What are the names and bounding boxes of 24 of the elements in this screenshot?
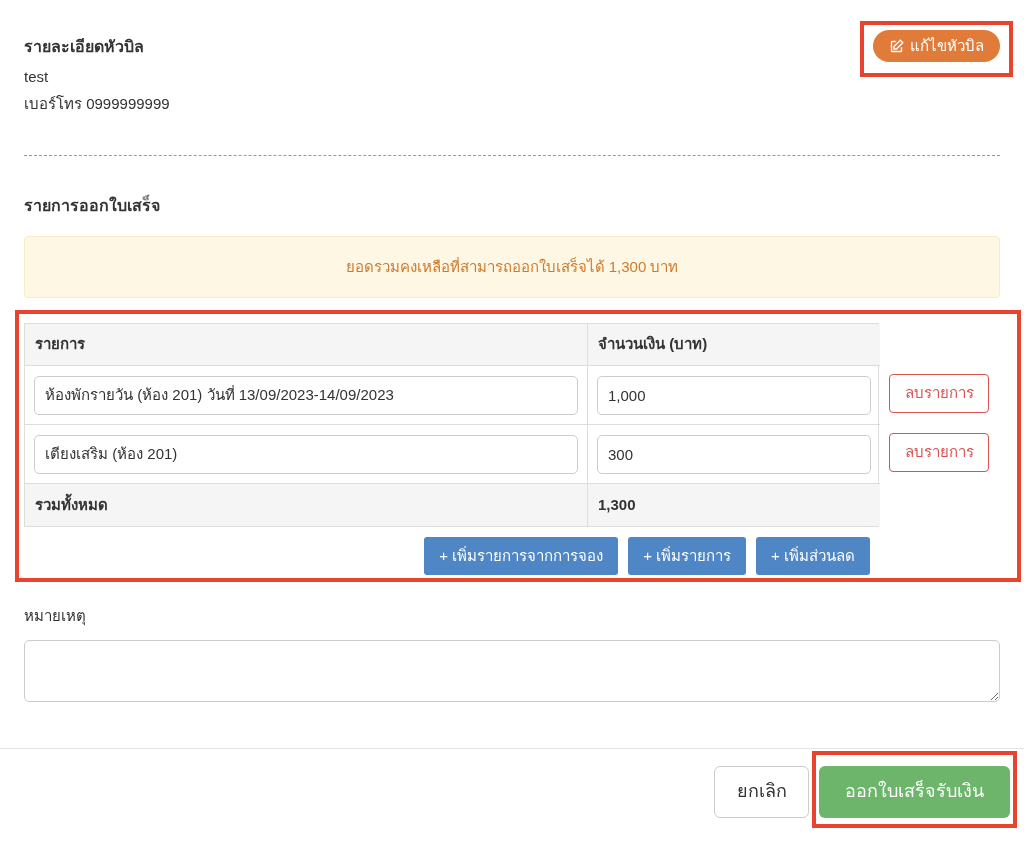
remarks-field[interactable] <box>24 639 1000 702</box>
add-item-button[interactable]: + เพิ่มส่วนลด <box>756 537 870 575</box>
total-label: รวมทั้งหมด <box>25 484 588 526</box>
info-text: เบอร์โทร 0999999999 <box>24 93 171 114</box>
add-item-button[interactable]: + เพิ่มรายการ <box>628 537 747 575</box>
delete-item-button[interactable]: ลบรายการ <box>889 433 989 472</box>
column-header: รายการ <box>25 324 588 366</box>
delete-item-button[interactable]: ลบรายการ <box>889 374 989 413</box>
section-title: รายการออกใบเสร็จ <box>24 194 1000 218</box>
description-field[interactable]: เตียงเสริม (ห้อง 201) <box>34 434 578 474</box>
info-text: test <box>24 67 50 87</box>
add-item-button[interactable]: + เพิ่มรายการจากการจอง <box>424 537 619 575</box>
section-title: รายละเอียดหัวบิล <box>24 37 144 57</box>
amount-field[interactable]: 1,000 <box>597 375 871 415</box>
cancel-button[interactable]: ยกเลิก <box>714 765 809 818</box>
balance-alert: ยอดรวมคงเหลือที่สามารถออกใบเสร็จได้ 1,300 บาท <box>24 236 1000 298</box>
edit-header-button[interactable]: แก้ไขหัวบิล <box>873 30 1000 62</box>
edit-icon <box>889 38 904 54</box>
description-field[interactable]: ห้องพักรายวัน (ห้อง 201) วันที่ 13/09/2023-14/09/2023 <box>34 375 578 415</box>
column-header: จำนวนเงิน (บาท) <box>588 324 880 366</box>
issue-receipt-button[interactable]: ออกใบเสร็จรับเงิน <box>819 765 1010 818</box>
total-amount: 1,300 <box>588 484 880 526</box>
field-label: หมายเหตุ <box>24 606 87 628</box>
amount-field[interactable]: 300 <box>597 434 871 474</box>
